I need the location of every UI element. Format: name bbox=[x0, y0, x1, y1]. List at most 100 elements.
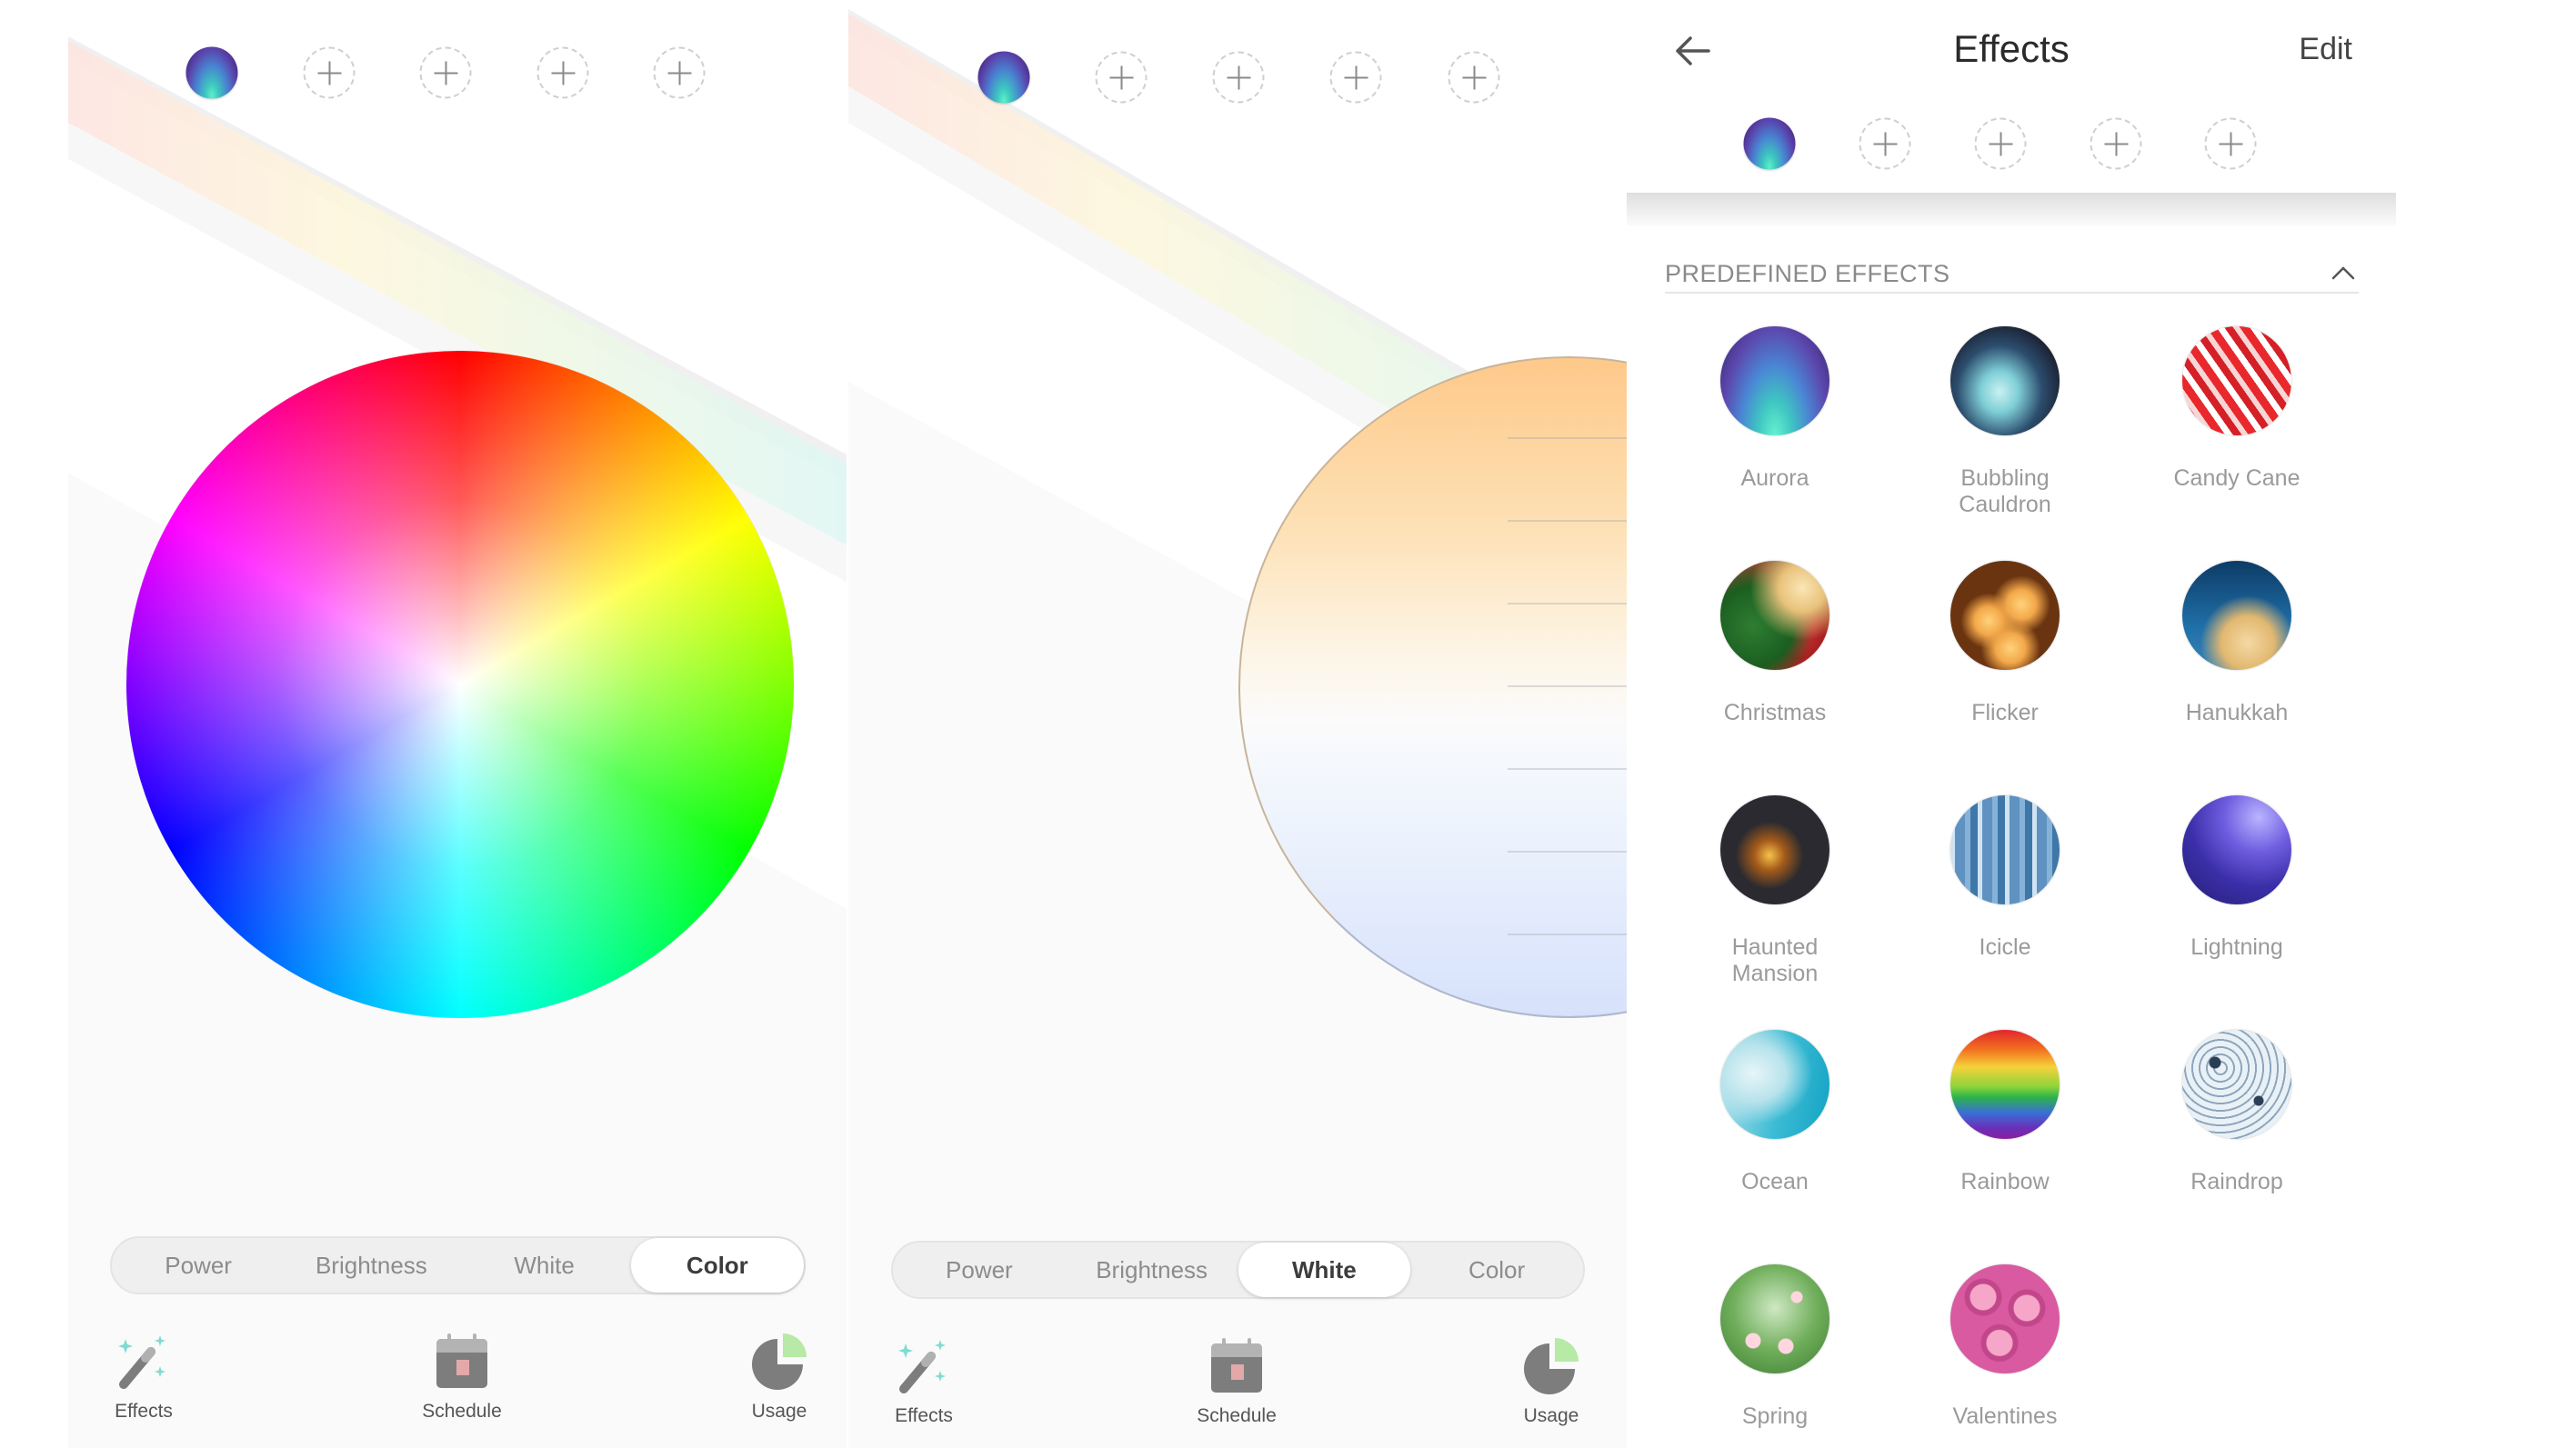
nav-schedule[interactable]: Schedule bbox=[1173, 1336, 1300, 1427]
nav-usage[interactable]: Usage bbox=[1488, 1336, 1615, 1427]
effect-label: Haunted Mansion bbox=[1731, 934, 1819, 986]
predefined-effects-header[interactable]: PREDEFINED EFFECTS bbox=[1665, 260, 2359, 294]
nav-schedule[interactable]: Schedule bbox=[398, 1332, 526, 1423]
effect-item-lightning[interactable]: Lightning bbox=[2137, 795, 2337, 961]
temperature-tick bbox=[1508, 934, 1627, 935]
effect-item-christmas[interactable]: Christmas bbox=[1675, 561, 1875, 726]
nav-effects-label: Effects bbox=[115, 1401, 173, 1422]
tab-color[interactable]: Color bbox=[630, 1238, 804, 1293]
add-effect-slot[interactable] bbox=[1329, 51, 1382, 104]
effect-label: Rainbow bbox=[1960, 1169, 2050, 1194]
add-effect-slot[interactable] bbox=[1859, 117, 1911, 170]
mode-tab-bar: Power Brightness White Color bbox=[110, 1236, 806, 1294]
chevron-up-icon[interactable] bbox=[2331, 265, 2355, 280]
effect-item-cauldron[interactable]: Bubbling Cauldron bbox=[1905, 326, 2105, 518]
effect-item-hanukkah[interactable]: Hanukkah bbox=[2137, 561, 2337, 726]
effect-item-raindrop[interactable]: Raindrop bbox=[2137, 1030, 2337, 1195]
add-effect-slot[interactable] bbox=[1095, 51, 1148, 104]
tab-brightness[interactable]: Brightness bbox=[1066, 1243, 1238, 1297]
effect-item-candy[interactable]: Candy Cane bbox=[2137, 326, 2337, 492]
effect-item-haunted[interactable]: Haunted Mansion bbox=[1675, 795, 1875, 987]
effect-item-ocean[interactable]: Ocean bbox=[1675, 1030, 1875, 1195]
effect-thumbnail bbox=[1720, 561, 1829, 670]
effect-item-icicle[interactable]: Icicle bbox=[1905, 795, 2105, 961]
effect-label: Bubbling Cauldron bbox=[1959, 465, 2051, 517]
add-effect-slot[interactable] bbox=[419, 46, 472, 99]
add-effect-slot[interactable] bbox=[2204, 117, 2257, 170]
effect-thumbnail bbox=[1950, 1264, 2060, 1373]
pie-chart-icon bbox=[1524, 1338, 1579, 1394]
tab-white[interactable]: White bbox=[458, 1238, 631, 1293]
effect-thumbnail bbox=[2182, 1030, 2291, 1139]
temperature-tick bbox=[1508, 768, 1627, 770]
effect-label: Aurora bbox=[1740, 465, 1809, 491]
nav-effects[interactable]: Effects bbox=[860, 1336, 987, 1427]
effect-label: Icicle bbox=[1979, 934, 2031, 960]
header-shadow bbox=[1627, 193, 2396, 225]
mode-tab-bar: Power Brightness White Color bbox=[891, 1241, 1585, 1299]
tab-brightness[interactable]: Brightness bbox=[285, 1238, 457, 1293]
add-effect-slot[interactable] bbox=[1974, 117, 2027, 170]
effect-thumbnail bbox=[1950, 795, 2060, 904]
tab-white[interactable]: White bbox=[1238, 1243, 1411, 1297]
color-screen: Power Brightness White Color Effects Sch… bbox=[68, 0, 847, 1448]
effect-label: Valentines bbox=[1952, 1403, 2058, 1429]
calendar-icon bbox=[436, 1333, 487, 1388]
nav-schedule-label: Schedule bbox=[422, 1401, 502, 1422]
quick-effect-slot-aurora[interactable] bbox=[977, 51, 1030, 104]
effect-item-aurora[interactable]: Aurora bbox=[1675, 326, 1875, 492]
nav-usage-label: Usage bbox=[751, 1401, 807, 1422]
add-effect-slot[interactable] bbox=[2090, 117, 2142, 170]
effect-label: Hanukkah bbox=[2185, 700, 2289, 725]
calendar-icon bbox=[1211, 1338, 1262, 1393]
nav-effects[interactable]: Effects bbox=[80, 1332, 207, 1423]
add-effect-slot[interactable] bbox=[653, 46, 706, 99]
quick-effect-slot-aurora[interactable] bbox=[185, 46, 238, 99]
effect-label: Flicker bbox=[1971, 700, 2039, 725]
effect-item-rainbow[interactable]: Rainbow bbox=[1905, 1030, 2105, 1195]
temperature-tick bbox=[1508, 603, 1627, 604]
effect-thumbnail bbox=[1720, 1030, 1829, 1139]
color-wheel-picker[interactable] bbox=[126, 351, 794, 1018]
effect-thumbnail bbox=[1720, 326, 1829, 435]
effect-thumbnail bbox=[2182, 326, 2291, 435]
effect-item-spring[interactable]: Spring bbox=[1675, 1264, 1875, 1430]
effects-screen: Effects Edit PREDEFINED EFFECTS Aurora Bu… bbox=[1627, 0, 2396, 1448]
effect-thumbnail bbox=[1950, 326, 2060, 435]
effect-label: Ocean bbox=[1741, 1169, 1809, 1194]
effect-thumbnail bbox=[1950, 561, 2060, 670]
add-effect-slot[interactable] bbox=[303, 46, 356, 99]
temperature-tick bbox=[1508, 685, 1627, 687]
tab-color[interactable]: Color bbox=[1410, 1243, 1583, 1297]
nav-usage-label: Usage bbox=[1523, 1405, 1579, 1426]
quick-effect-slot-aurora[interactable] bbox=[1743, 117, 1796, 170]
effect-label: Lightning bbox=[2190, 934, 2283, 960]
tab-power[interactable]: Power bbox=[112, 1238, 285, 1293]
temperature-tick bbox=[1508, 437, 1627, 439]
effect-label: Christmas bbox=[1723, 700, 1827, 725]
effect-thumbnail bbox=[1720, 795, 1829, 904]
magic-wand-icon bbox=[118, 1335, 165, 1389]
edit-button[interactable]: Edit bbox=[2299, 32, 2352, 67]
effect-label: Spring bbox=[1741, 1403, 1809, 1429]
add-effect-slot[interactable] bbox=[1212, 51, 1265, 104]
nav-usage[interactable]: Usage bbox=[716, 1332, 843, 1423]
white-temperature-picker[interactable] bbox=[1238, 356, 1627, 1018]
tab-power[interactable]: Power bbox=[893, 1243, 1066, 1297]
effect-label: Candy Cane bbox=[2173, 465, 2300, 491]
effect-item-valentines[interactable]: Valentines bbox=[1905, 1264, 2105, 1430]
pie-chart-icon bbox=[752, 1333, 807, 1390]
nav-effects-label: Effects bbox=[895, 1405, 953, 1426]
magic-wand-icon bbox=[898, 1340, 946, 1393]
effect-thumbnail bbox=[2182, 795, 2291, 904]
section-title: PREDEFINED EFFECTS bbox=[1665, 260, 1950, 287]
nav-schedule-label: Schedule bbox=[1197, 1405, 1277, 1426]
effect-label: Raindrop bbox=[2190, 1169, 2283, 1194]
effect-item-flicker[interactable]: Flicker bbox=[1905, 561, 2105, 726]
effect-thumbnail bbox=[2182, 561, 2291, 670]
effect-thumbnail bbox=[1720, 1264, 1829, 1373]
temperature-tick bbox=[1508, 520, 1627, 522]
white-screen: Power Brightness White Color Effects Sch… bbox=[848, 0, 1627, 1448]
add-effect-slot[interactable] bbox=[536, 46, 589, 99]
add-effect-slot[interactable] bbox=[1448, 51, 1500, 104]
